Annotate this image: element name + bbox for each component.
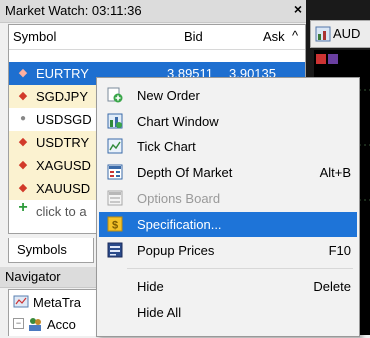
menu-item-tick-chart[interactable]: Tick Chart bbox=[99, 134, 357, 159]
row-symbol: EURTRY bbox=[36, 66, 89, 81]
tick-chart-icon bbox=[107, 138, 123, 154]
navigator-title: Navigator bbox=[5, 269, 61, 284]
menu-item-label: New Order bbox=[137, 88, 200, 103]
column-header-ask[interactable]: Ask bbox=[263, 29, 285, 44]
context-menu: New Order Chart Window Tick Chart Depth … bbox=[96, 77, 360, 337]
specification-icon: $ bbox=[107, 216, 123, 232]
tree-item-label: Acco bbox=[47, 317, 76, 332]
row-symbol: USDSGD bbox=[36, 112, 92, 127]
terminal-icon bbox=[13, 295, 29, 308]
chart-window-icon bbox=[315, 26, 331, 42]
svg-text:$: $ bbox=[112, 220, 118, 232]
market-watch-titlebar: Market Watch: 03:11:36 × bbox=[0, 0, 306, 23]
menu-item-popup-prices[interactable]: Popup Prices F10 bbox=[99, 238, 357, 263]
depth-of-market-icon bbox=[107, 164, 123, 180]
price-up-icon: ◆ bbox=[18, 67, 28, 79]
tab-symbols[interactable]: Symbols bbox=[8, 238, 94, 263]
chart-tab-label: AUD bbox=[333, 26, 361, 41]
price-neutral-icon: ● bbox=[19, 113, 27, 124]
column-header-bid[interactable]: Bid bbox=[184, 29, 203, 44]
menu-item-chart-window[interactable]: Chart Window bbox=[99, 109, 357, 134]
price-up-icon: ◆ bbox=[18, 136, 28, 148]
menu-item-shortcut: F10 bbox=[328, 243, 351, 258]
chart-window-icon bbox=[107, 113, 123, 129]
menu-item-label: Depth Of Market bbox=[137, 165, 233, 180]
menu-item-label: Chart Window bbox=[137, 114, 219, 129]
price-up-icon: ◆ bbox=[18, 182, 28, 194]
row-symbol: SGDJPY bbox=[36, 89, 89, 104]
menu-item-label: Hide bbox=[137, 279, 164, 294]
expand-icon[interactable]: − bbox=[13, 318, 24, 329]
options-board-icon bbox=[107, 190, 123, 206]
chart-tab[interactable]: AUD bbox=[310, 20, 370, 48]
market-watch-title: Market Watch: 03:11:36 bbox=[5, 3, 142, 18]
row-symbol: XAGUSD bbox=[36, 158, 91, 173]
table-header: Symbol Bid Ask ^ bbox=[9, 25, 305, 50]
accounts-icon bbox=[29, 318, 41, 331]
menu-separator bbox=[127, 268, 353, 269]
menu-item-shortcut: Delete bbox=[313, 279, 351, 294]
menu-item-specification[interactable]: $ Specification... bbox=[99, 212, 357, 237]
menu-item-label: Options Board bbox=[137, 191, 221, 206]
price-up-icon: ◆ bbox=[18, 159, 28, 171]
menu-item-hide-all[interactable]: Hide All bbox=[99, 300, 357, 325]
row-symbol: USDTRY bbox=[36, 135, 90, 150]
add-symbol-label: click to a bbox=[36, 204, 87, 219]
price-up-icon: ◆ bbox=[18, 90, 28, 102]
menu-item-options-board[interactable]: Options Board bbox=[99, 186, 357, 211]
close-icon[interactable]: × bbox=[294, 1, 302, 17]
menu-item-shortcut: Alt+B bbox=[319, 165, 351, 180]
tree-item-label: MetaTra bbox=[33, 295, 81, 310]
menu-item-new-order[interactable]: New Order bbox=[99, 83, 357, 108]
menu-item-depth-of-market[interactable]: Depth Of Market Alt+B bbox=[99, 160, 357, 185]
menu-item-hide[interactable]: Hide Delete bbox=[99, 274, 357, 299]
tab-symbols-label: Symbols bbox=[17, 242, 67, 257]
column-header-symbol[interactable]: Symbol bbox=[13, 29, 56, 44]
sort-arrow-icon[interactable]: ^ bbox=[292, 28, 298, 43]
new-order-icon bbox=[107, 87, 123, 103]
row-symbol: XAUUSD bbox=[36, 181, 91, 196]
menu-item-label: Popup Prices bbox=[137, 243, 215, 258]
popup-prices-icon bbox=[107, 242, 123, 258]
menu-item-label: Tick Chart bbox=[137, 139, 196, 154]
menu-item-label: Specification... bbox=[137, 217, 222, 232]
menu-item-label: Hide All bbox=[137, 305, 182, 320]
add-icon: + bbox=[18, 199, 28, 216]
